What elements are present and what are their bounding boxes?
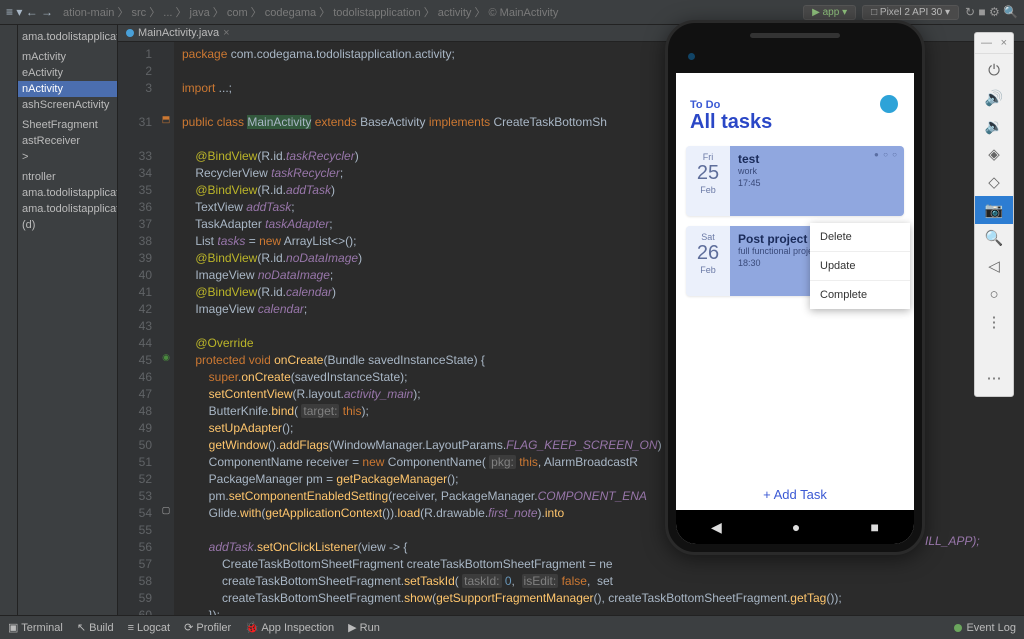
device-speaker — [750, 33, 840, 38]
tree-item[interactable]: ama.todolistapplicat — [18, 185, 117, 201]
emu-tool-7[interactable]: ◁ — [975, 252, 1013, 280]
tree-item[interactable]: mActivity — [18, 49, 117, 65]
status-bar — [676, 73, 914, 91]
tab-mainactivity[interactable]: MainActivity.java × — [118, 25, 238, 41]
bottom-tab[interactable]: ↖ Build — [77, 621, 114, 634]
tree-item[interactable]: eActivity — [18, 65, 117, 81]
bottom-tab[interactable]: ⟳ Profiler — [184, 621, 231, 634]
nav-arrows[interactable]: ≡ ▾ ← → — [6, 5, 53, 19]
bottom-tab[interactable]: ≡ Logcat — [128, 622, 171, 634]
emu-tool-6[interactable]: 🔍 — [975, 224, 1013, 252]
tree-item[interactable]: SheetFragment — [18, 117, 117, 133]
add-task-button[interactable]: + Add Task — [676, 487, 914, 502]
emu-tool-5[interactable]: 📷 — [975, 196, 1013, 224]
recents-icon[interactable]: ■ — [870, 519, 878, 535]
emu-tool-2[interactable]: 🔉 — [975, 112, 1013, 140]
home-icon[interactable]: ● — [792, 519, 800, 535]
line-numbers: 1233133343536373839404142434445464748495… — [118, 42, 158, 615]
tree-item[interactable]: ntroller — [18, 169, 117, 185]
minimize-icon[interactable]: — — [981, 37, 992, 49]
project-tree[interactable]: ama.todolistapplicatimActivityeActivityn… — [18, 25, 118, 615]
app-header: To Do All tasks — [676, 91, 914, 140]
left-tool-strip[interactable] — [0, 25, 18, 615]
tree-item[interactable]: > — [18, 149, 117, 165]
bottom-tool-bar[interactable]: ▣ Terminal ↖ Build ≡ Logcat ⟳ Profiler 🐞 App… — [0, 615, 1024, 639]
emu-tool-8[interactable]: ○ — [975, 280, 1013, 308]
device-screen[interactable]: To Do All tasks Fri25Feb testwork17:45● … — [676, 73, 914, 544]
breadcrumb[interactable]: ation-main 〉 src 〉 ... 〉 java 〉 com 〉 co… — [63, 4, 558, 20]
task-body[interactable]: testwork17:45● ○ ○ — [730, 146, 904, 216]
menu-item-update[interactable]: Update — [810, 252, 910, 281]
more-icon[interactable]: ● ○ ○ — [874, 150, 898, 159]
emulator-window: To Do All tasks Fri25Feb testwork17:45● … — [665, 20, 925, 555]
event-log[interactable]: Event Log — [954, 622, 1016, 634]
task-card[interactable]: Fri25Feb testwork17:45● ○ ○ — [686, 146, 904, 216]
emu-tool-1[interactable]: 🔊 — [975, 84, 1013, 112]
close-icon[interactable]: × — [223, 27, 229, 39]
emu-tool-0[interactable]: ⏻ — [975, 56, 1013, 84]
menu-item-delete[interactable]: Delete — [810, 223, 910, 252]
tree-item[interactable]: nActivity — [18, 81, 117, 97]
code-overflow: ILL_APP); — [925, 534, 980, 548]
task-date: Fri25Feb — [686, 146, 730, 216]
tree-item[interactable]: (d) — [18, 217, 117, 233]
menu-item-complete[interactable]: Complete — [810, 281, 910, 309]
run-config-selector[interactable]: ▶ app ▾ — [803, 5, 856, 20]
context-menu[interactable]: DeleteUpdateComplete — [810, 223, 910, 309]
header-title: All tasks — [690, 111, 900, 134]
header-subtitle: To Do — [690, 99, 900, 111]
emu-tool-11[interactable]: ⋯ — [975, 364, 1013, 392]
emulator-controls[interactable]: — × ⏻🔊🔉◈◇📷🔍◁○⋮ ⋯ — [974, 32, 1014, 397]
task-list[interactable]: Fri25Feb testwork17:45● ○ ○Sat26Feb Post… — [676, 140, 914, 312]
bottom-tab[interactable]: 🐞 App Inspection — [245, 621, 334, 634]
device-camera — [688, 53, 695, 60]
java-icon — [126, 29, 134, 37]
nav-bar[interactable]: ◀ ● ■ — [676, 510, 914, 544]
emu-tool-3[interactable]: ◈ — [975, 140, 1013, 168]
calendar-icon[interactable] — [880, 95, 898, 113]
task-date: Sat26Feb — [686, 226, 730, 296]
tree-item[interactable]: ama.todolistapplicati — [18, 29, 117, 45]
device-selector[interactable]: □ Pixel 2 API 30 ▾ — [862, 5, 959, 20]
tab-label: MainActivity.java — [138, 27, 219, 39]
tree-item[interactable]: ashScreenActivity — [18, 97, 117, 113]
emu-tool-10[interactable] — [975, 336, 1013, 364]
emu-tool-4[interactable]: ◇ — [975, 168, 1013, 196]
bottom-tab[interactable]: ▶ Run — [348, 621, 380, 634]
close-icon[interactable]: × — [1001, 37, 1007, 49]
emu-tool-9[interactable]: ⋮ — [975, 308, 1013, 336]
back-icon[interactable]: ◀ — [711, 519, 722, 536]
gutter: ⬒◉▢ — [158, 42, 174, 615]
tree-item[interactable]: ama.todolistapplicat — [18, 201, 117, 217]
tree-item[interactable]: astReceiver — [18, 133, 117, 149]
bottom-tab[interactable]: ▣ Terminal — [8, 621, 63, 634]
toolbar-actions[interactable]: ↻ ■ ⚙ 🔍 — [965, 5, 1018, 19]
